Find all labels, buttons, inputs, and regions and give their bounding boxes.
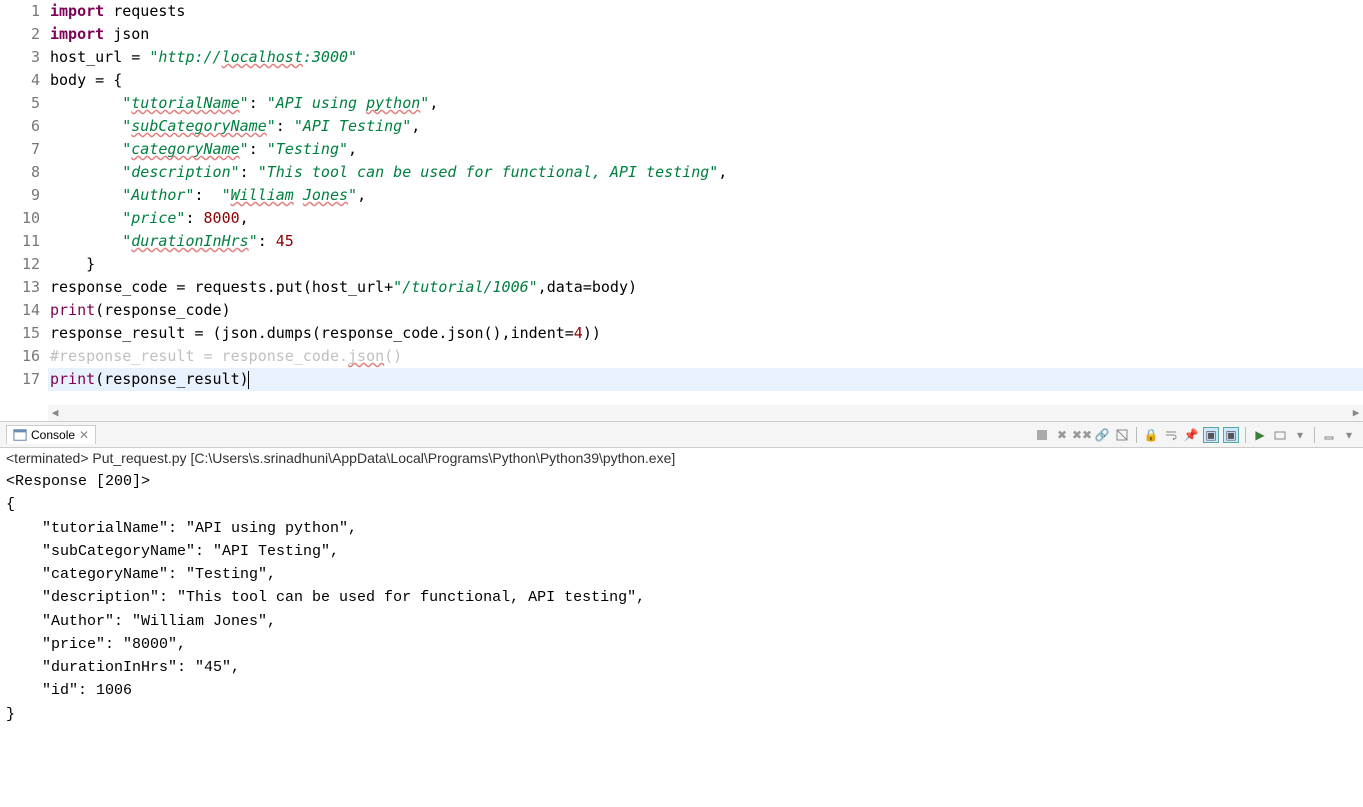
show-std-err-icon[interactable]: ▣	[1223, 427, 1239, 443]
code-line[interactable]: "price": 8000,	[48, 207, 1363, 230]
code-line[interactable]: "durationInHrs": 45	[48, 230, 1363, 253]
scroll-lock-icon[interactable]: 🔒	[1143, 427, 1159, 443]
code-line[interactable]: import json	[48, 23, 1363, 46]
line-number: 16	[0, 345, 40, 368]
code-line[interactable]: body = {	[48, 69, 1363, 92]
line-number: 1	[0, 0, 40, 23]
clear-icon[interactable]	[1114, 427, 1130, 443]
code-line[interactable]: #response_result = response_code.json()	[48, 345, 1363, 368]
remove-launch-icon[interactable]: ✖	[1054, 427, 1070, 443]
view-menu-arrow-icon[interactable]: ▾	[1292, 427, 1308, 443]
pin-console-icon[interactable]: 📌	[1183, 427, 1199, 443]
console-toolbar: ✖ ✖✖ 🔗 🔒 📌 ▣ ▣ ▶ ▾ ▾	[1034, 427, 1363, 443]
word-wrap-icon[interactable]	[1163, 427, 1179, 443]
code-lines[interactable]: import requestsimport jsonhost_url = "ht…	[48, 0, 1363, 421]
line-number: 10	[0, 207, 40, 230]
line-number: 4	[0, 69, 40, 92]
line-number: 6	[0, 115, 40, 138]
console-status-line: <terminated> Put_request.py [C:\Users\s.…	[0, 448, 1363, 468]
code-area[interactable]: 1234567891011121314151617 import request…	[0, 0, 1363, 421]
terminate-icon[interactable]	[1034, 427, 1050, 443]
console-icon	[13, 428, 27, 442]
line-number: 14	[0, 299, 40, 322]
scroll-right-arrow[interactable]: ▶	[1349, 406, 1363, 420]
console-header: Console ✕ ✖ ✖✖ 🔗 🔒 📌 ▣ ▣ ▶ ▾ ▾	[0, 422, 1363, 448]
code-line[interactable]: }	[48, 253, 1363, 276]
line-number: 15	[0, 322, 40, 345]
code-line[interactable]: response_code = requests.put(host_url+"/…	[48, 276, 1363, 299]
code-line[interactable]: "tutorialName": "API using python",	[48, 92, 1363, 115]
maximize-arrow-icon[interactable]: ▾	[1341, 427, 1357, 443]
show-std-out-icon[interactable]: ▣	[1203, 427, 1219, 443]
line-number: 17	[0, 368, 40, 391]
code-line[interactable]: print(response_result)	[48, 368, 1363, 391]
line-number-gutter: 1234567891011121314151617	[0, 0, 48, 421]
line-number: 3	[0, 46, 40, 69]
code-line[interactable]: response_result = (json.dumps(response_c…	[48, 322, 1363, 345]
line-number: 5	[0, 92, 40, 115]
code-line[interactable]: host_url = "http://localhost:3000"	[48, 46, 1363, 69]
line-number: 8	[0, 161, 40, 184]
console-output[interactable]: <Response [200]> { "tutorialName": "API …	[0, 468, 1363, 728]
open-console-icon[interactable]: ▶	[1252, 427, 1268, 443]
line-number: 11	[0, 230, 40, 253]
link-icon[interactable]: 🔗	[1094, 427, 1110, 443]
code-line[interactable]: import requests	[48, 0, 1363, 23]
minimize-icon[interactable]	[1321, 427, 1337, 443]
code-line[interactable]: "description": "This tool can be used fo…	[48, 161, 1363, 184]
line-number: 9	[0, 184, 40, 207]
line-number: 2	[0, 23, 40, 46]
display-selected-icon[interactable]	[1272, 427, 1288, 443]
code-line[interactable]: "subCategoryName": "API Testing",	[48, 115, 1363, 138]
code-line[interactable]: "categoryName": "Testing",	[48, 138, 1363, 161]
scroll-left-arrow[interactable]: ◀	[48, 406, 62, 420]
line-number: 13	[0, 276, 40, 299]
code-editor-pane: 1234567891011121314151617 import request…	[0, 0, 1363, 422]
close-tab-icon[interactable]: ✕	[79, 428, 89, 442]
text-cursor	[248, 371, 249, 389]
console-tab[interactable]: Console ✕	[6, 425, 96, 444]
line-number: 12	[0, 253, 40, 276]
horizontal-scrollbar[interactable]: ◀ ▶	[48, 405, 1363, 421]
console-tab-label: Console	[31, 428, 75, 442]
code-line[interactable]: "Author": "William Jones",	[48, 184, 1363, 207]
code-line[interactable]: print(response_code)	[48, 299, 1363, 322]
remove-all-icon[interactable]: ✖✖	[1074, 427, 1090, 443]
line-number: 7	[0, 138, 40, 161]
